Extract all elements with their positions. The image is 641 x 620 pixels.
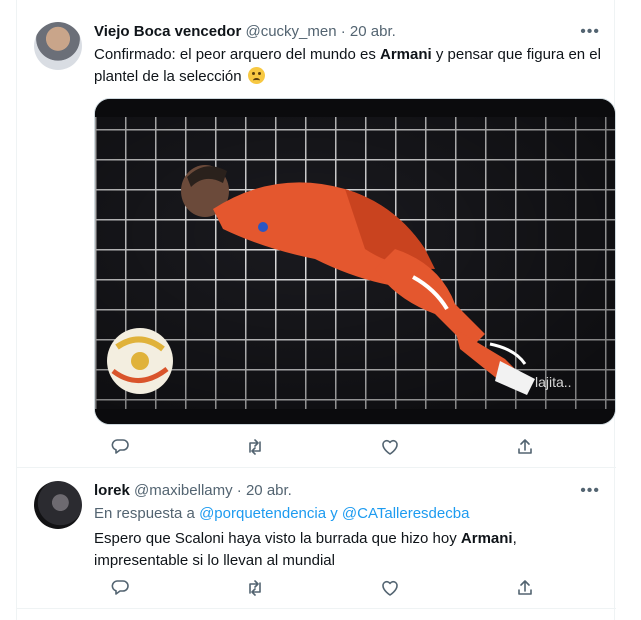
more-options-icon[interactable]: ••• bbox=[580, 481, 600, 501]
retweet-icon[interactable] bbox=[245, 437, 265, 457]
share-icon[interactable] bbox=[515, 578, 535, 598]
reply-context: En respuesta a @porquetendencia y @CATal… bbox=[94, 504, 469, 524]
like-icon[interactable] bbox=[380, 437, 400, 457]
reply-icon[interactable] bbox=[110, 578, 130, 598]
slightly-frowning-face-emoji bbox=[247, 67, 265, 84]
tweet-header: Viejo Boca vencedor @cucky_men · 20 abr. bbox=[94, 22, 396, 42]
tweet[interactable]: lorek @maxibellamy · 20 abr. ••• En resp… bbox=[17, 468, 616, 609]
like-icon[interactable] bbox=[380, 578, 400, 598]
retweet-icon[interactable] bbox=[245, 578, 265, 598]
tweet-text-bold: Armani bbox=[380, 46, 432, 63]
avatar[interactable] bbox=[34, 481, 82, 529]
tweet-text-bold: Armani bbox=[460, 530, 513, 547]
tweet-header: lorek @maxibellamy · 20 abr. bbox=[94, 481, 292, 501]
media-watermark: lajita.. bbox=[535, 374, 572, 390]
tweet-date[interactable]: 20 abr. bbox=[350, 23, 396, 40]
author-handle[interactable]: @cucky_men bbox=[245, 23, 336, 40]
author-handle[interactable]: @maxibellamy bbox=[134, 482, 233, 499]
tweet[interactable]: Viejo Boca vencedor @cucky_men · 20 abr.… bbox=[17, 0, 616, 468]
tweet-text-part: Confirmado: el peor arquero del mundo es bbox=[94, 46, 380, 63]
share-icon[interactable] bbox=[515, 437, 535, 457]
reply-conjunction: y bbox=[326, 505, 342, 522]
author-name[interactable]: Viejo Boca vencedor bbox=[94, 23, 241, 40]
separator: · bbox=[340, 23, 346, 40]
mention-link[interactable]: @porquetendencia bbox=[199, 505, 326, 522]
tweet-text-part: Espero que Scaloni haya visto la burrada… bbox=[94, 530, 461, 547]
more-options-icon[interactable]: ••• bbox=[580, 22, 600, 42]
tweet-date[interactable]: 20 abr. bbox=[246, 482, 292, 499]
author-name[interactable]: lorek bbox=[94, 482, 130, 499]
timeline: Viejo Boca vencedor @cucky_men · 20 abr.… bbox=[16, 0, 616, 620]
separator: · bbox=[236, 482, 242, 499]
tweet-actions bbox=[94, 437, 604, 457]
tweet-text: Confirmado: el peor arquero del mundo es… bbox=[94, 44, 604, 88]
mention-link[interactable]: @CATalleresdecba bbox=[342, 505, 470, 522]
reply-icon[interactable] bbox=[110, 437, 130, 457]
goalkeeper-diving-photo: lajita.. bbox=[95, 99, 615, 424]
tweet-actions bbox=[94, 578, 604, 598]
avatar[interactable] bbox=[34, 22, 82, 70]
tweet-media-image[interactable]: lajita.. bbox=[94, 98, 616, 425]
reply-prefix: En respuesta a bbox=[94, 505, 200, 522]
tweet-text: Espero que Scaloni haya visto la burrada… bbox=[94, 528, 604, 572]
